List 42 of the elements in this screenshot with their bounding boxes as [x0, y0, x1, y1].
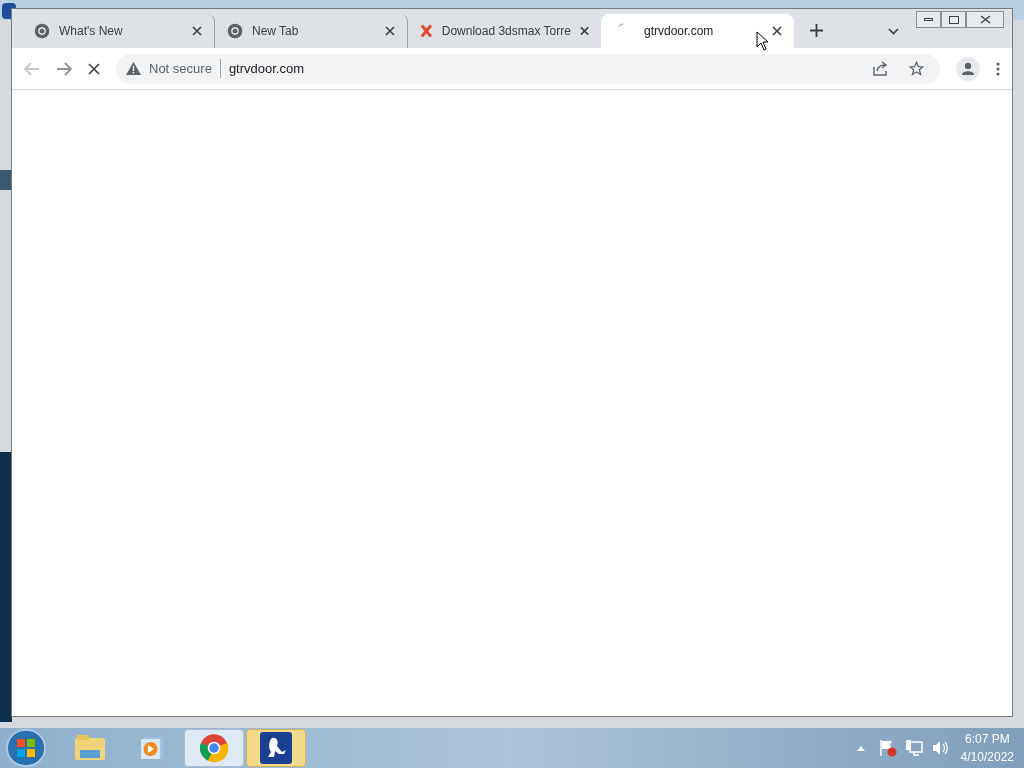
folder-icon — [74, 734, 106, 762]
url-text: gtrvdoor.com — [228, 59, 306, 78]
close-icon — [979, 15, 991, 24]
chrome-icon — [199, 733, 229, 763]
tab-title: Download 3dsmax Torre — [441, 23, 571, 40]
share-icon[interactable] — [873, 61, 889, 76]
browser-logo-icon — [34, 23, 50, 39]
maximize-button[interactable] — [941, 11, 966, 28]
star-icon[interactable] — [909, 61, 924, 76]
start-button[interactable] — [6, 729, 46, 767]
close-icon[interactable] — [385, 26, 395, 36]
flag-error-icon[interactable] — [878, 739, 897, 757]
browser-logo-icon — [227, 23, 243, 39]
media-player-icon — [139, 735, 165, 761]
security-label: Not secure — [149, 58, 221, 79]
tab-title: What's New — [59, 23, 124, 40]
new-tab-icon[interactable] — [810, 24, 823, 37]
taskbar-button[interactable] — [246, 729, 306, 767]
clock-date: 4/10/2022 — [960, 749, 1014, 766]
close-icon[interactable] — [772, 26, 782, 36]
close-window-button[interactable] — [966, 11, 1004, 28]
person-icon — [961, 61, 975, 76]
browser-tab[interactable]: gtrvdoor.com — [601, 14, 794, 48]
browser-tab[interactable]: Download 3dsmax Torre — [408, 14, 601, 48]
minimize-button[interactable] — [916, 11, 941, 28]
spinner-icon — [618, 23, 624, 27]
warning-icon — [126, 62, 141, 75]
x-logo-icon — [420, 24, 433, 38]
close-icon[interactable] — [579, 26, 589, 36]
address-bar[interactable]: Not secure gtrvdoor.com — [116, 53, 940, 84]
frog-app-icon — [260, 732, 292, 764]
forward-icon[interactable] — [56, 61, 72, 76]
speaker-icon[interactable] — [930, 739, 949, 757]
chevron-down-icon[interactable] — [888, 28, 899, 35]
windows-logo-icon — [16, 738, 36, 758]
profile-button[interactable] — [956, 56, 980, 81]
clock-time: 6:07 PM — [964, 731, 1010, 748]
stop-icon[interactable] — [88, 62, 100, 75]
menu-icon[interactable] — [996, 61, 1000, 76]
close-icon[interactable] — [192, 26, 202, 36]
tab-title: gtrvdoor.com — [643, 23, 715, 40]
tab-title: New Tab — [252, 23, 300, 40]
